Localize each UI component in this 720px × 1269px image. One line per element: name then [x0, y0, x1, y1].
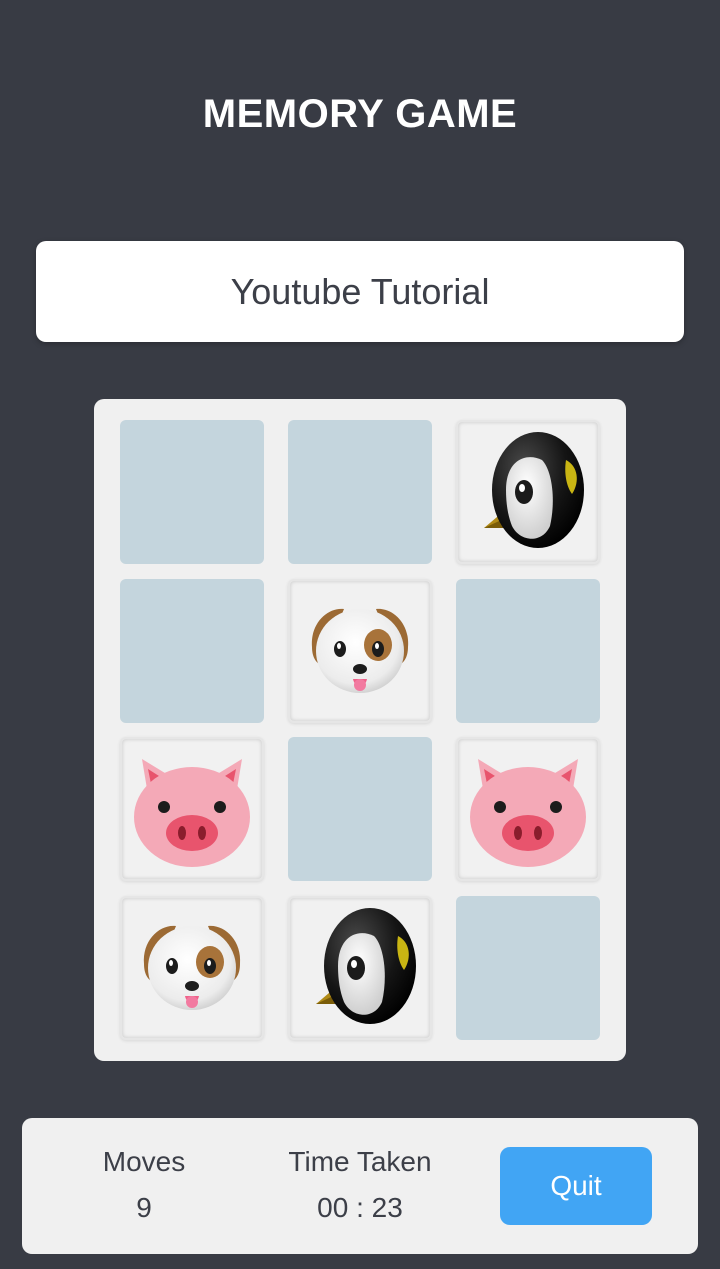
moves-value: 9 [136, 1192, 152, 1223]
card-10[interactable] [120, 896, 264, 1040]
card-4[interactable] [120, 579, 264, 723]
card-2[interactable] [288, 420, 432, 564]
card-11[interactable] [288, 896, 432, 1040]
card-12[interactable] [456, 896, 600, 1040]
card-1[interactable] [120, 420, 264, 564]
dog-icon [130, 906, 254, 1030]
pig-icon [466, 747, 590, 871]
dog-icon [298, 589, 422, 713]
time-value: 00 : 23 [317, 1192, 403, 1223]
youtube-tutorial-button[interactable]: Youtube Tutorial [36, 241, 684, 342]
game-board [94, 399, 626, 1061]
time-label: Time Taken [288, 1146, 432, 1177]
penguin-icon [298, 906, 422, 1030]
card-6[interactable] [456, 579, 600, 723]
time-stat: Time Taken 00 : 23 [272, 1146, 448, 1224]
card-3[interactable] [456, 420, 600, 564]
page-title: MEMORY GAME [202, 92, 518, 136]
pig-icon [130, 747, 254, 871]
penguin-icon [466, 430, 590, 554]
quit-button[interactable]: Quit [500, 1147, 652, 1225]
moves-label: Moves [102, 1146, 186, 1177]
status-bar: Moves 9 Time Taken 00 : 23 Quit [22, 1118, 698, 1254]
moves-stat: Moves 9 [84, 1146, 204, 1224]
card-8[interactable] [288, 737, 432, 881]
card-9[interactable] [456, 737, 600, 881]
card-5[interactable] [288, 579, 432, 723]
card-7[interactable] [120, 737, 264, 881]
